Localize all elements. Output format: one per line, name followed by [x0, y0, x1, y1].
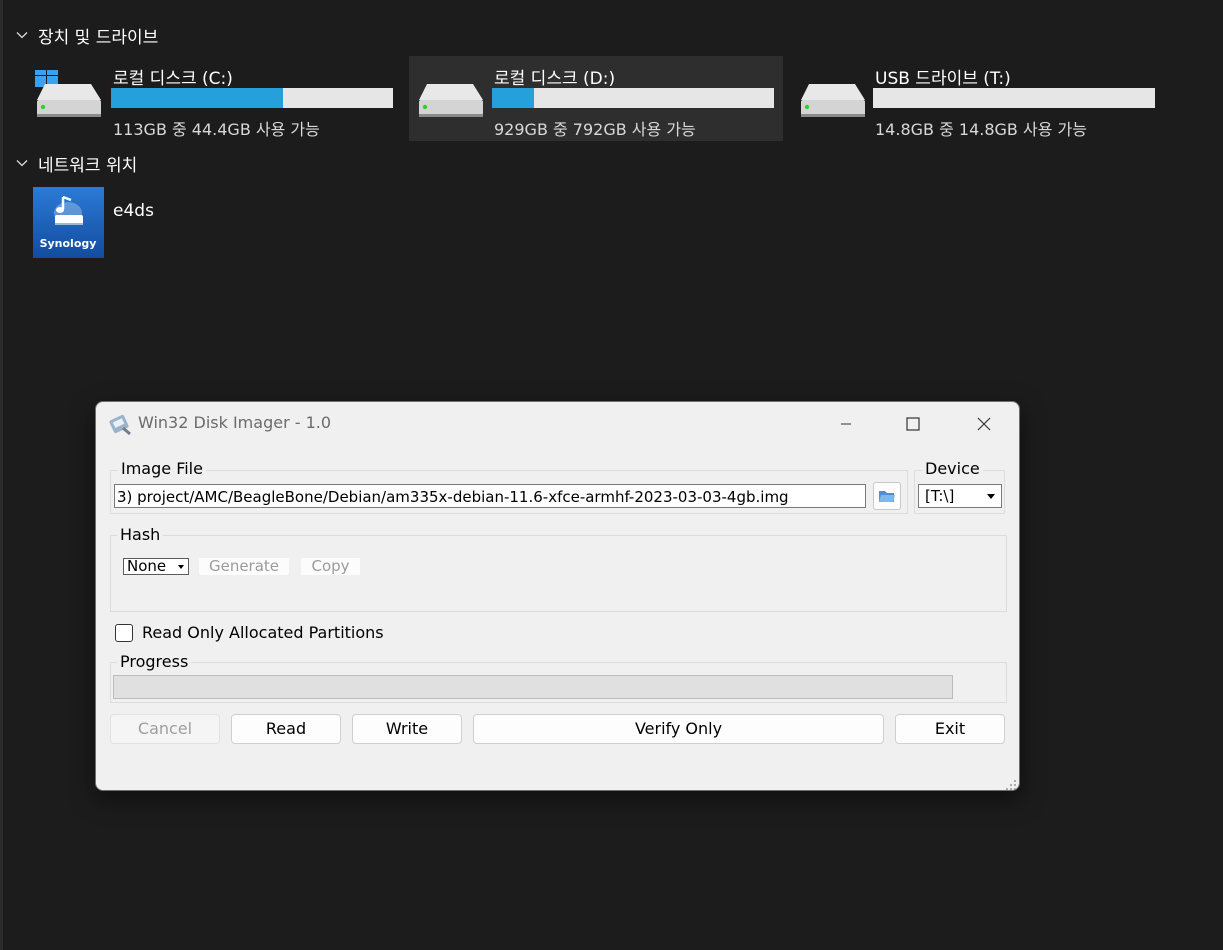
drive-name: 로컬 디스크 (C:) [113, 69, 233, 89]
synology-logo-text: Synology [40, 237, 97, 250]
drive-item-t[interactable]: USB 드라이브 (T:) 14.8GB 중 14.8GB 사용 가능 [795, 56, 1167, 141]
minimize-icon [841, 423, 851, 425]
chevron-down-icon [16, 29, 28, 41]
generate-hash-button[interactable]: Generate [199, 558, 289, 575]
close-button[interactable] [949, 402, 1019, 446]
devices-section-header[interactable]: 장치 및 드라이브 [16, 22, 158, 48]
hash-type-value: None [127, 558, 167, 575]
maximize-button[interactable] [878, 402, 948, 446]
devices-section-title: 장치 및 드라이브 [38, 27, 159, 48]
close-icon [977, 417, 991, 431]
window-title: Win32 Disk Imager - 1.0 [138, 413, 332, 432]
drive-usage-bar [873, 88, 1155, 108]
hash-label: Hash [117, 526, 164, 544]
maximize-icon [906, 417, 920, 431]
hard-drive-icon [797, 70, 869, 130]
hash-type-dropdown[interactable]: None [123, 558, 189, 575]
drive-usage-bar [111, 88, 393, 108]
disk-imager-window: Win32 Disk Imager - 1.0 Image File 3) pr… [95, 401, 1020, 791]
progress-bar [113, 675, 953, 699]
device-label: Device [922, 460, 983, 478]
synology-nas-icon: Synology [33, 187, 104, 258]
hard-drive-icon [415, 70, 487, 130]
exit-button[interactable]: Exit [895, 714, 1005, 744]
browse-file-button[interactable] [873, 482, 901, 510]
network-location-name: e4ds [113, 201, 154, 221]
network-section-header[interactable]: 네트워크 위치 [16, 150, 137, 176]
windows-drive-icon [33, 64, 105, 130]
read-only-checkbox[interactable] [115, 624, 133, 642]
disk-imager-app-icon [108, 412, 132, 436]
dropdown-arrow-icon [178, 565, 184, 569]
cancel-button[interactable]: Cancel [110, 714, 220, 744]
drive-name: USB 드라이브 (T:) [875, 69, 1011, 89]
folder-icon [879, 490, 895, 502]
read-button[interactable]: Read [231, 714, 341, 744]
network-section-title: 네트워크 위치 [38, 155, 138, 176]
drive-item-c[interactable]: 로컬 디스크 (C:) 113GB 중 44.4GB 사용 가능 [33, 56, 405, 141]
drive-usage-bar [492, 88, 774, 108]
write-button[interactable]: Write [352, 714, 462, 744]
drive-free-space: 929GB 중 792GB 사용 가능 [494, 120, 696, 139]
drive-name: 로컬 디스크 (D:) [494, 69, 616, 89]
dropdown-arrow-icon [987, 494, 995, 499]
device-dropdown[interactable]: [T:\] [918, 484, 1002, 508]
drive-item-d[interactable]: 로컬 디스크 (D:) 929GB 중 792GB 사용 가능 [409, 56, 783, 141]
device-value: [T:\] [925, 487, 955, 505]
image-file-input[interactable]: 3) project/AMC/BeagleBone/Debian/am335x-… [114, 484, 866, 508]
drive-free-space: 14.8GB 중 14.8GB 사용 가능 [875, 120, 1087, 139]
copy-hash-button[interactable]: Copy [301, 558, 360, 575]
drive-usage-fill [492, 88, 535, 108]
progress-label: Progress [117, 653, 192, 671]
minimize-button[interactable] [811, 402, 881, 446]
chevron-down-icon [16, 157, 28, 169]
image-file-label: Image File [118, 460, 206, 478]
verify-only-button[interactable]: Verify Only [473, 714, 884, 744]
network-location-item[interactable]: Synology e4ds [33, 187, 154, 258]
window-left-edge [0, 0, 3, 950]
title-bar[interactable]: Win32 Disk Imager - 1.0 [96, 402, 1019, 446]
drive-usage-fill [111, 88, 284, 108]
drive-free-space: 113GB 중 44.4GB 사용 가능 [113, 120, 320, 139]
read-only-label: Read Only Allocated Partitions [142, 623, 384, 642]
resize-grip-icon[interactable] [1005, 776, 1017, 790]
